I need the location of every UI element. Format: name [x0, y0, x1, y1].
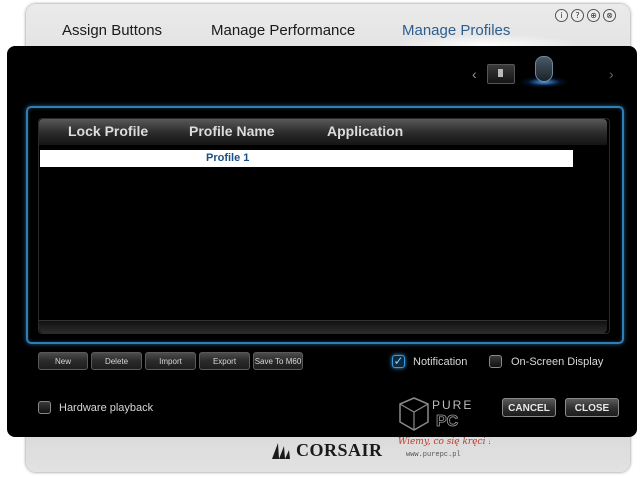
- next-device-arrow-icon[interactable]: ›: [609, 66, 614, 82]
- tab-manage-profiles[interactable]: Manage Profiles: [402, 22, 510, 39]
- corsair-sails-icon: [272, 442, 290, 459]
- new-profile-button[interactable]: New: [38, 352, 88, 370]
- close-window-icon[interactable]: ⊗: [603, 9, 616, 22]
- info-icon[interactable]: i: [555, 9, 568, 22]
- purepc-watermark: PURE PC Wiemy, co się kręci ! www.purepc…: [390, 390, 492, 460]
- delete-profile-button[interactable]: Delete: [91, 352, 142, 370]
- watermark-url: www.purepc.pl: [406, 451, 461, 459]
- corsair-brand: CORSAIR: [270, 440, 383, 461]
- import-profile-button[interactable]: Import: [145, 352, 196, 370]
- profile-name-cell: Profile 1: [206, 152, 250, 164]
- table-footer: [39, 320, 607, 333]
- profiles-list-frame: Lock Profile Profile Name Application Pr…: [26, 106, 624, 344]
- table-header: Lock Profile Profile Name Application: [39, 119, 607, 145]
- main-panel: ‹ › Lock Profile Profile Name Applicatio…: [7, 46, 637, 437]
- previous-device-arrow-icon[interactable]: ‹: [472, 66, 477, 82]
- tab-manage-performance[interactable]: Manage Performance: [211, 22, 355, 39]
- profiles-table: Lock Profile Profile Name Application Pr…: [38, 118, 610, 334]
- export-profile-button[interactable]: Export: [199, 352, 250, 370]
- column-header-profile-name[interactable]: Profile Name: [189, 123, 275, 139]
- minimize-icon[interactable]: ⊕: [587, 9, 600, 22]
- watermark-slogan: Wiemy, co się kręci !: [398, 437, 490, 447]
- brand-name: CORSAIR: [296, 440, 383, 460]
- watermark-top-text: PURE: [432, 398, 473, 412]
- purepc-logo-icon: PURE PC Wiemy, co się kręci ! www.purepc…: [398, 397, 492, 459]
- notification-checkbox[interactable]: ✓: [392, 355, 405, 368]
- save-to-device-button[interactable]: Save To M60: [253, 352, 303, 370]
- watermark-mid-text: PC: [436, 413, 459, 430]
- osd-label: On-Screen Display: [511, 356, 604, 368]
- table-row[interactable]: Profile 1: [40, 150, 573, 167]
- window-controls: i ? ⊕ ⊗: [555, 9, 616, 22]
- help-icon[interactable]: ?: [571, 9, 584, 22]
- mouse-device-icon[interactable]: [535, 56, 553, 82]
- hardware-playback-label: Hardware playback: [59, 402, 154, 414]
- keyboard-device-icon[interactable]: [487, 64, 515, 84]
- column-header-application[interactable]: Application: [327, 123, 403, 139]
- hardware-playback-checkbox[interactable]: [38, 401, 51, 414]
- close-button[interactable]: CLOSE: [565, 398, 619, 417]
- osd-checkbox[interactable]: [489, 355, 502, 368]
- cancel-button[interactable]: CANCEL: [502, 398, 556, 417]
- column-header-lock-profile[interactable]: Lock Profile: [68, 123, 148, 139]
- notification-label: Notification: [413, 356, 468, 368]
- tab-assign-buttons[interactable]: Assign Buttons: [62, 22, 162, 39]
